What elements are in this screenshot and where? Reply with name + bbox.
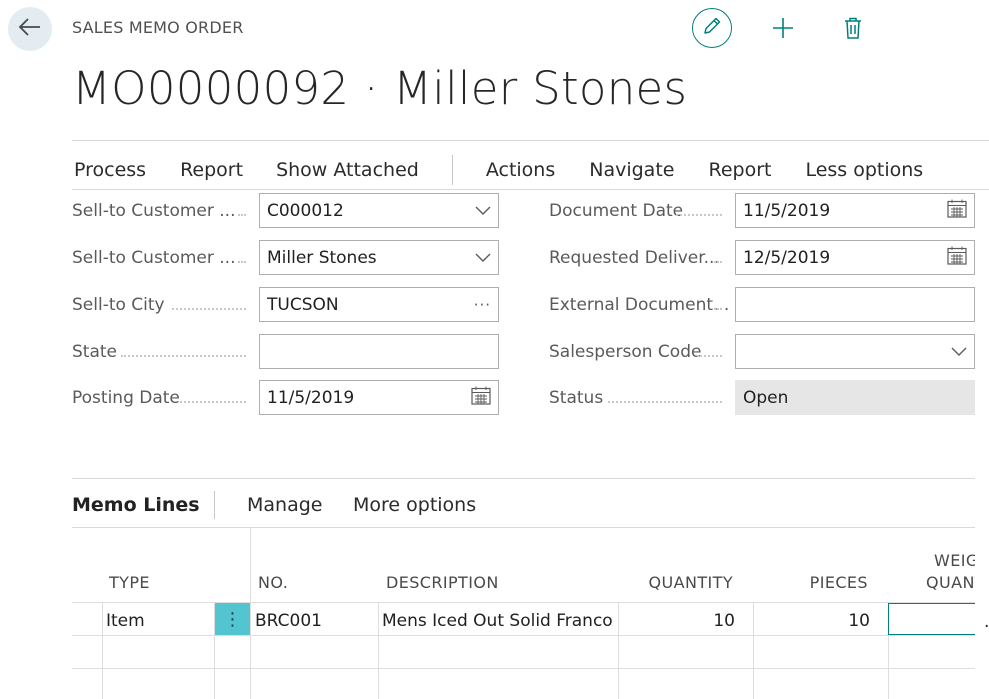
field-value: C000012 [267,200,344,221]
action-bar-separator [451,155,453,185]
edit-button[interactable] [692,8,732,48]
status-field: Open [735,380,975,415]
field-label-state: State [72,342,117,362]
action-report[interactable]: Report [180,159,243,181]
field-label-document-date: Document Date [549,201,684,221]
column-header-description[interactable]: DESCRIPTION [386,573,499,592]
action-report-2[interactable]: Report [708,159,771,181]
sell-to-customer-no-field[interactable]: C000012 [259,193,499,228]
grid-divider [72,635,975,636]
column-header-pieces[interactable]: PIECES [748,573,868,592]
action-bar-divider [72,189,989,190]
chevron-down-icon[interactable] [475,201,491,221]
action-navigate[interactable]: Navigate [589,159,674,181]
grid-divider [378,602,379,699]
grid-divider [250,528,251,699]
field-value: 11/5/2019 [743,200,831,221]
field-label-sell-to-customer-name: Sell-to Customer ... [72,248,236,268]
line-type-cell[interactable]: Item [106,611,145,631]
new-button[interactable] [768,15,798,45]
chevron-down-icon[interactable] [475,248,491,268]
pencil-icon [701,15,723,41]
calendar-icon[interactable] [471,386,491,410]
line-description-cell[interactable]: Mens Iced Out Solid Franco ... [382,611,615,631]
chevron-down-icon[interactable] [951,342,967,362]
column-header-weight-quantity[interactable]: WEIG QUANT [888,549,975,599]
action-process[interactable]: Process [74,159,146,181]
label-leader [697,355,722,357]
requested-delivery-date-field[interactable]: 12/5/2019 [735,240,975,275]
line-quantity-cell[interactable]: 10 [618,611,735,631]
grid-divider [72,602,975,603]
sell-to-customer-name-field[interactable]: Miller Stones [259,240,499,275]
field-value: 12/5/2019 [743,247,831,268]
lines-menu-divider [72,527,975,528]
calendar-icon[interactable] [947,246,967,270]
label-leader [238,214,246,216]
grid-divider [102,602,103,699]
field-value: TUCSON [267,294,339,315]
row-actions-button[interactable]: ⋮ [215,603,250,635]
external-document-no-field[interactable] [735,287,975,322]
label-leader [238,261,246,263]
line-pieces-cell[interactable]: 10 [753,611,870,631]
field-value: Miller Stones [267,247,377,268]
sell-to-city-field[interactable]: TUCSON ··· [259,287,499,322]
label-leader [121,355,246,357]
label-leader [608,401,722,403]
grid-divider [72,668,975,669]
lines-action-manage[interactable]: Manage [247,494,322,516]
posting-date-field[interactable]: 11/5/2019 [259,380,499,415]
lines-menu-separator [214,491,215,519]
status-value: Open [743,387,789,408]
field-label-salesperson-code: Salesperson Code [549,342,702,362]
back-button[interactable] [8,7,52,51]
trash-icon [843,17,863,43]
action-less-options[interactable]: Less options [805,159,923,181]
plus-icon [772,17,794,43]
action-actions[interactable]: Actions [486,159,555,181]
label-leader [714,261,722,263]
column-header-quantity[interactable]: QUANTITY [613,573,733,592]
page-title: MO0000092 · Miller Stones [72,62,688,115]
lines-top-divider [72,478,975,479]
label-leader [714,308,722,310]
state-field[interactable] [259,334,499,369]
stray-mark: . [984,612,989,632]
calendar-icon[interactable] [947,199,967,223]
column-header-weight-line1: WEIG [934,551,975,570]
column-header-weight-line2: QUANT [926,573,975,592]
field-label-status: Status [549,388,604,408]
field-label-external-document-no: External Document... [549,295,730,315]
action-bar: Process Report Show Attached Actions Nav… [74,155,923,185]
column-header-type[interactable]: TYPE [109,573,150,592]
line-weight-quantity-input[interactable] [888,603,975,635]
line-no-cell[interactable]: BRC001 [255,611,322,631]
label-leader [172,308,246,310]
arrow-left-icon [18,17,42,41]
document-date-field[interactable]: 11/5/2019 [735,193,975,228]
header-divider [72,140,989,141]
action-show-attached[interactable]: Show Attached [276,159,419,181]
label-leader [180,401,246,403]
lookup-ellipsis-icon[interactable]: ··· [474,296,491,314]
salesperson-code-field[interactable] [735,334,975,369]
field-label-sell-to-city: Sell-to City [72,295,165,315]
lines-action-more-options[interactable]: More options [353,494,476,516]
column-header-no[interactable]: NO. [258,573,288,592]
field-value: 11/5/2019 [267,387,355,408]
page-caption: SALES MEMO ORDER [72,18,244,37]
field-label-requested-delivery-date: Requested Deliver... [549,248,720,268]
label-leader [676,214,722,216]
delete-button[interactable] [838,15,868,45]
field-label-sell-to-customer-no: Sell-to Customer ... [72,201,236,221]
field-label-posting-date: Posting Date [72,388,180,408]
memo-lines-title[interactable]: Memo Lines [72,494,200,516]
